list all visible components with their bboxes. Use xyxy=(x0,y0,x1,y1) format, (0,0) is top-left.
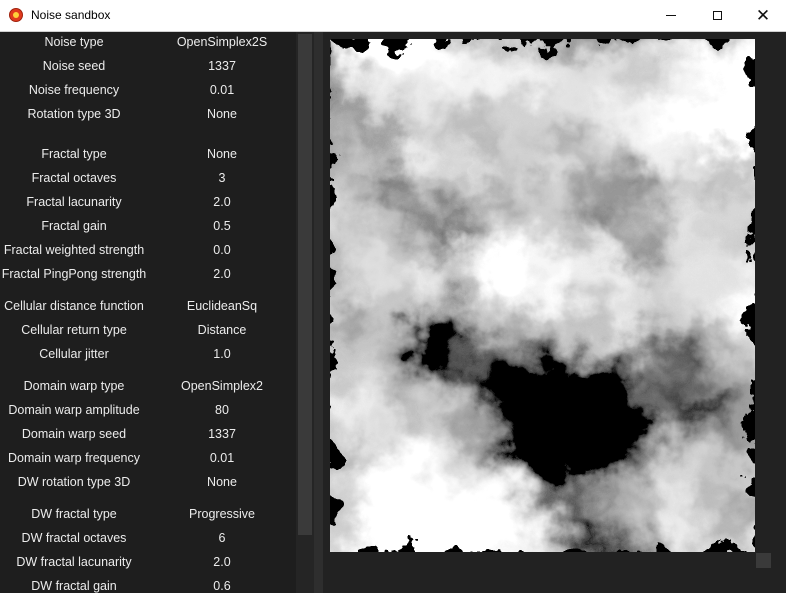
setting-value[interactable]: 6 xyxy=(148,528,296,548)
setting-value[interactable]: 0.6 xyxy=(148,576,296,593)
setting-dw-fractal-octaves: DW fractal octaves 6 xyxy=(0,528,296,548)
setting-label: Fractal type xyxy=(41,147,107,161)
setting-value[interactable]: 3 xyxy=(148,168,296,188)
settings-panel: Noise type OpenSimplex2S Noise seed 1337 N… xyxy=(0,32,296,593)
setting-value[interactable]: None xyxy=(148,472,296,492)
setting-label: DW rotation type 3D xyxy=(17,475,131,489)
setting-value[interactable]: 1337 xyxy=(148,56,296,76)
setting-dw-fractal-lacunarity: DW fractal lacunarity 2.0 xyxy=(0,552,296,572)
setting-label: Cellular return type xyxy=(21,323,127,337)
setting-cellular-jitter: Cellular jitter 1.0 xyxy=(0,344,296,364)
app-flame-icon xyxy=(9,8,23,22)
setting-noise-frequency: Noise frequency 0.01 xyxy=(0,80,296,100)
setting-label: Fractal weighted strength xyxy=(3,243,145,257)
setting-value[interactable]: 0.01 xyxy=(148,448,296,468)
setting-label: Noise frequency xyxy=(28,83,120,97)
setting-noise-seed: Noise seed 1337 xyxy=(0,56,296,76)
settings-scrollbar[interactable] xyxy=(296,32,314,593)
setting-value[interactable]: 1337 xyxy=(148,424,296,444)
setting-label: Rotation type 3D xyxy=(27,107,121,121)
setting-value[interactable]: 2.0 xyxy=(148,192,296,212)
setting-rotation-type-3d: Rotation type 3D None xyxy=(0,104,296,124)
setting-domain-warp-type: Domain warp type OpenSimplex2 xyxy=(0,376,296,396)
setting-fractal-weighted-strength: Fractal weighted strength 0.0 xyxy=(0,240,296,260)
setting-label: Noise type xyxy=(44,35,104,49)
setting-domain-warp-seed: Domain warp seed 1337 xyxy=(0,424,296,444)
minimize-icon xyxy=(666,15,676,16)
setting-value[interactable]: None xyxy=(148,104,296,124)
noise-preview-image xyxy=(330,39,755,552)
setting-label: Fractal PingPong strength xyxy=(1,267,147,281)
setting-label: Fractal octaves xyxy=(31,171,117,185)
setting-label: Domain warp frequency xyxy=(7,451,140,465)
setting-label: Domain warp seed xyxy=(21,427,127,441)
setting-value[interactable]: 0.0 xyxy=(148,240,296,260)
setting-value[interactable]: EuclideanSq xyxy=(148,296,296,316)
setting-cellular-distance-function: Cellular distance function EuclideanSq xyxy=(0,296,296,316)
setting-value[interactable]: 2.0 xyxy=(148,552,296,572)
close-button[interactable]: ✕ xyxy=(740,0,786,31)
setting-value[interactable]: 0.5 xyxy=(148,216,296,236)
setting-domain-warp-amplitude: Domain warp amplitude 80 xyxy=(0,400,296,420)
setting-label: DW fractal octaves xyxy=(21,531,127,545)
setting-value[interactable]: None xyxy=(148,144,296,164)
setting-value[interactable]: OpenSimplex2S xyxy=(148,32,296,52)
title-bar[interactable]: Noise sandbox ✕ xyxy=(0,0,786,32)
setting-label: Domain warp type xyxy=(23,379,125,393)
setting-value[interactable]: 0.01 xyxy=(148,80,296,100)
setting-label: Noise seed xyxy=(42,59,106,73)
setting-dw-fractal-gain: DW fractal gain 0.6 xyxy=(0,576,296,593)
scrollbar-thumb[interactable] xyxy=(298,34,312,535)
setting-value[interactable]: Progressive xyxy=(148,504,296,524)
setting-domain-warp-frequency: Domain warp frequency 0.01 xyxy=(0,448,296,468)
setting-value[interactable]: 1.0 xyxy=(148,344,296,364)
maximize-button[interactable] xyxy=(694,0,740,31)
resize-corner[interactable] xyxy=(756,553,771,568)
setting-label: Domain warp amplitude xyxy=(8,403,140,417)
close-icon: ✕ xyxy=(755,6,771,25)
setting-value[interactable]: 80 xyxy=(148,400,296,420)
setting-fractal-pingpong-strength: Fractal PingPong strength 2.0 xyxy=(0,264,296,284)
setting-label: Cellular distance function xyxy=(4,299,144,313)
splitter[interactable] xyxy=(314,32,323,593)
setting-dw-rotation-type-3d: DW rotation type 3D None xyxy=(0,472,296,492)
setting-fractal-gain: Fractal gain 0.5 xyxy=(0,216,296,236)
setting-cellular-return-type: Cellular return type Distance xyxy=(0,320,296,340)
setting-fractal-lacunarity: Fractal lacunarity 2.0 xyxy=(0,192,296,212)
setting-label: Fractal lacunarity xyxy=(26,195,122,209)
minimize-button[interactable] xyxy=(648,0,694,31)
window-title: Noise sandbox xyxy=(31,8,111,22)
setting-label: DW fractal lacunarity xyxy=(16,555,132,569)
maximize-icon xyxy=(712,11,722,20)
setting-fractal-type: Fractal type None xyxy=(0,144,296,164)
setting-label: Fractal gain xyxy=(41,219,107,233)
noise-texture xyxy=(330,39,755,552)
setting-label: Cellular jitter xyxy=(39,347,109,361)
setting-noise-type: Noise type OpenSimplex2S xyxy=(0,32,296,52)
setting-label: DW fractal type xyxy=(31,507,117,521)
setting-fractal-octaves: Fractal octaves 3 xyxy=(0,168,296,188)
setting-value[interactable]: Distance xyxy=(148,320,296,340)
setting-dw-fractal-type: DW fractal type Progressive xyxy=(0,504,296,524)
setting-value[interactable]: OpenSimplex2 xyxy=(148,376,296,396)
setting-label: DW fractal gain xyxy=(31,579,117,593)
setting-value[interactable]: 2.0 xyxy=(148,264,296,284)
